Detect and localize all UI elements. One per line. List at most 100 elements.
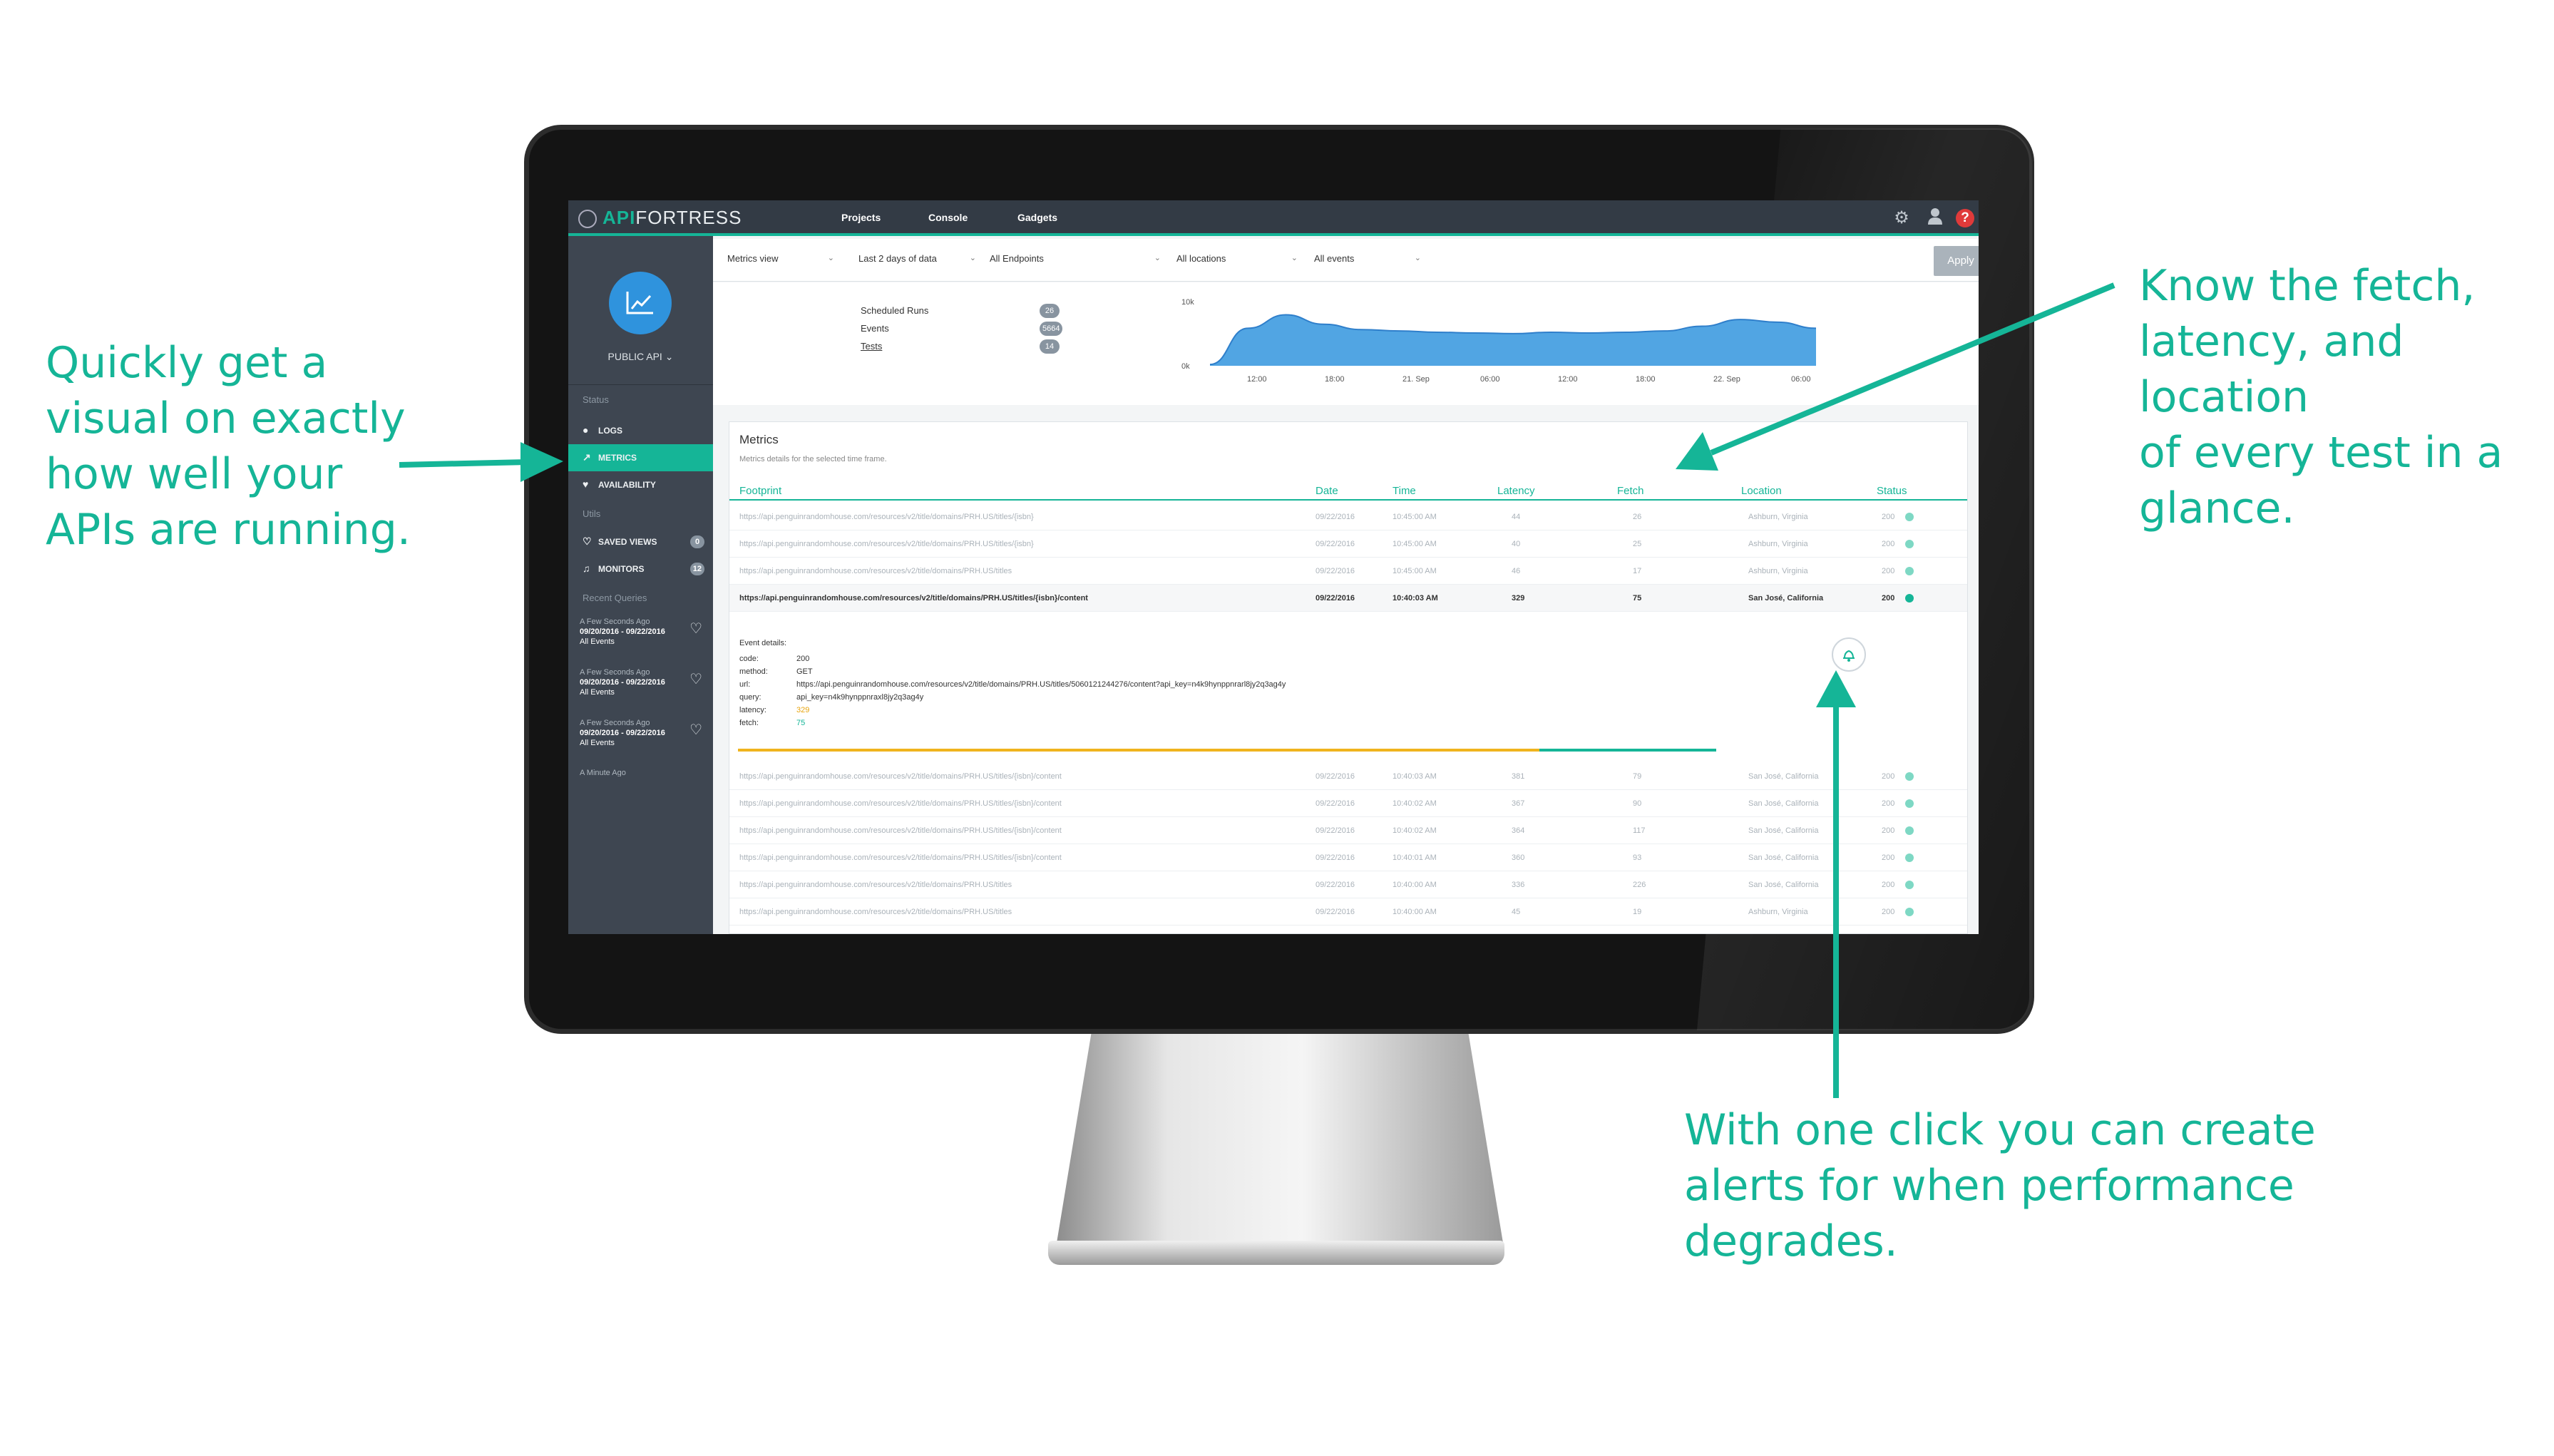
column-header-time[interactable]: Time: [1393, 485, 1416, 497]
gear-icon[interactable]: ⚙: [1891, 207, 1912, 229]
project-selector[interactable]: PUBLIC API ⌄: [568, 351, 713, 363]
table-row[interactable]: https://api.penguinrandomhouse.com/resou…: [729, 530, 1967, 558]
bell-icon: [1843, 650, 1855, 662]
user-icon[interactable]: [1924, 207, 1946, 229]
chevron-down-icon: ⌄: [665, 351, 674, 362]
callout-right: Know the fetch, latency, and location of…: [2139, 258, 2554, 536]
column-header-date[interactable]: Date: [1316, 485, 1338, 497]
cell-fetch: 26: [1633, 513, 1642, 521]
cell-fetch: 25: [1633, 540, 1642, 548]
x-tick-label: 22. Sep: [1713, 375, 1740, 384]
status-dot: [1905, 853, 1914, 862]
table-row[interactable]: https://api.penguinrandomhouse.com/resou…: [729, 817, 1967, 844]
table-row[interactable]: https://api.penguinrandomhouse.com/resou…: [729, 898, 1967, 926]
detail-value: api_key=n4k9hynppnraxl8jy2q3ag4y: [796, 693, 924, 702]
recent-query-range: 09/20/2016 - 09/22/2016: [580, 729, 665, 737]
cell-location: Ashburn, Virginia: [1748, 513, 1808, 521]
table-row[interactable]: https://api.penguinrandomhouse.com/resou…: [729, 763, 1967, 790]
cell-footprint: https://api.penguinrandomhouse.com/resou…: [739, 908, 1012, 916]
column-header-footprint[interactable]: Footprint: [739, 485, 781, 497]
cell-location: San José, California: [1748, 853, 1819, 862]
cell-latency: 40: [1512, 540, 1521, 548]
app-logo[interactable]: APIFORTRESS: [602, 207, 742, 229]
sidebar-item-saved-views[interactable]: ♡ SAVED VIEWS 0: [568, 528, 713, 555]
column-header-latency[interactable]: Latency: [1497, 485, 1535, 497]
status-dot: [1905, 881, 1914, 889]
user-icon: ●: [583, 424, 589, 436]
table-row[interactable]: https://api.penguinrandomhouse.com/resou…: [729, 558, 1967, 585]
apply-button[interactable]: Apply: [1934, 246, 1979, 276]
cell-date: 09/22/2016: [1316, 853, 1355, 862]
recent-query[interactable]: A Few Seconds Ago 09/20/2016 - 09/22/201…: [580, 667, 708, 697]
cell-status: 200: [1882, 853, 1895, 862]
status-dot: [1905, 908, 1914, 916]
detail-key: url:: [739, 680, 751, 689]
callout-line: latency, and location: [2139, 317, 2404, 422]
top-bar: APIFORTRESS Projects Console Gadgets ⚙ ?: [568, 200, 1979, 236]
status-heading: Status: [583, 394, 609, 405]
cell-date: 09/22/2016: [1316, 594, 1355, 603]
heart-icon[interactable]: ♡: [689, 723, 702, 737]
sidebar-item-metrics[interactable]: ↗ METRICS: [568, 444, 713, 471]
select-value: All locations: [1176, 253, 1226, 264]
recent-query[interactable]: A Minute Ago: [580, 768, 708, 776]
callout-line: alerts for when performance: [1684, 1161, 2294, 1211]
recent-query[interactable]: A Few Seconds Ago 09/20/2016 - 09/22/201…: [580, 617, 708, 647]
chart-line-icon: [626, 292, 653, 314]
recent-query[interactable]: A Few Seconds Ago 09/20/2016 - 09/22/201…: [580, 718, 708, 748]
table-row[interactable]: https://api.penguinrandomhouse.com/resou…: [729, 503, 1967, 530]
endpoints-select[interactable]: All Endpoints ⌄: [990, 253, 1161, 264]
create-alert-button[interactable]: [1832, 637, 1866, 672]
cell-time: 10:40:00 AM: [1393, 881, 1437, 889]
cell-date: 09/22/2016: [1316, 567, 1355, 575]
cell-footprint: https://api.penguinrandomhouse.com/resou…: [739, 567, 1012, 575]
nav-projects[interactable]: Projects: [841, 212, 881, 223]
table-row[interactable]: https://api.penguinrandomhouse.com/resou…: [729, 790, 1967, 817]
cell-time: 10:45:00 AM: [1393, 540, 1437, 548]
table-row[interactable]: https://api.penguinrandomhouse.com/resou…: [729, 871, 1967, 898]
cell-location: San José, California: [1748, 826, 1819, 835]
column-header-status[interactable]: Status: [1877, 485, 1907, 497]
heart-icon[interactable]: ♡: [689, 672, 702, 687]
detail-key: fetch:: [739, 719, 759, 727]
tests-link[interactable]: Tests: [861, 341, 882, 352]
sidebar: PUBLIC API ⌄ Status ● LOGS ↗ METRICS ♥ AVAI…: [568, 236, 713, 934]
fortress-logo-icon: [578, 210, 597, 228]
table-row[interactable]: https://api.penguinrandomhouse.com/resou…: [729, 844, 1967, 871]
cell-footprint: https://api.penguinrandomhouse.com/resou…: [739, 540, 1034, 548]
events-select[interactable]: All events ⌄: [1314, 253, 1421, 264]
locations-select[interactable]: All locations ⌄: [1176, 253, 1298, 264]
heartbeat-icon: ♥: [583, 478, 589, 490]
range-select[interactable]: Last 2 days of data ⌄: [858, 253, 976, 264]
view-select[interactable]: Metrics view ⌄: [727, 253, 834, 264]
chevron-down-icon: ⌄: [1291, 254, 1298, 262]
cell-status: 200: [1882, 826, 1895, 835]
recent-query-time: A Few Seconds Ago: [580, 668, 650, 677]
help-icon[interactable]: ?: [1956, 209, 1974, 227]
nav-gadgets[interactable]: Gadgets: [1017, 212, 1057, 223]
heart-icon[interactable]: ♡: [689, 622, 702, 636]
cell-status: 200: [1882, 594, 1895, 603]
cell-location: San José, California: [1748, 799, 1819, 808]
chevron-down-icon: ⌄: [827, 254, 834, 262]
project-avatar[interactable]: [609, 272, 672, 334]
column-header-fetch[interactable]: Fetch: [1617, 485, 1644, 497]
sidebar-item-label: METRICS: [598, 453, 637, 463]
cell-latency: 367: [1512, 799, 1525, 808]
recent-query-type: All Events: [580, 739, 615, 747]
cell-latency: 364: [1512, 826, 1525, 835]
cell-fetch: 17: [1633, 567, 1642, 575]
cell-time: 10:45:00 AM: [1393, 567, 1437, 575]
count-badge: 12: [689, 563, 704, 575]
divider: [568, 384, 713, 385]
cell-latency: 45: [1512, 908, 1521, 916]
column-header-location[interactable]: Location: [1741, 485, 1782, 497]
nav-console[interactable]: Console: [928, 212, 968, 223]
table-row[interactable]: https://api.penguinrandomhouse.com/resou…: [729, 585, 1967, 612]
sidebar-item-monitors[interactable]: ♫ MONITORS 12: [568, 555, 713, 583]
sidebar-item-availability[interactable]: ♥ AVAILABILITY: [568, 471, 713, 498]
sidebar-item-logs[interactable]: ● LOGS: [568, 417, 713, 444]
event-details: Event details: code: 200 method: GET url: htt…: [739, 639, 1738, 753]
detail-value: GET: [796, 667, 813, 676]
cell-fetch: 79: [1633, 772, 1642, 781]
